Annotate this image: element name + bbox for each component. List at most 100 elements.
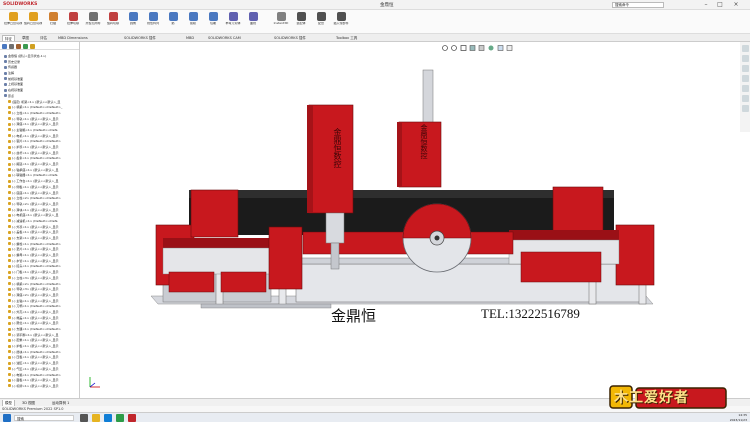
ribbon-button-4[interactable]: 异型孔向导 bbox=[84, 12, 102, 32]
part-icon bbox=[8, 105, 11, 109]
ribbon-command-icon bbox=[28, 12, 38, 21]
close-button[interactable]: × bbox=[730, 1, 742, 9]
part-icon bbox=[8, 213, 11, 217]
wechat-taskbar-icon[interactable] bbox=[116, 414, 124, 422]
tree-item-label: (-) 主轴<1> (默认<<默认>_显示 bbox=[12, 298, 59, 303]
ribbon-button-9[interactable]: 拔模 bbox=[184, 12, 202, 32]
ribbon-button-10[interactable]: 包覆 bbox=[204, 12, 222, 32]
feature-manager-icon[interactable] bbox=[2, 44, 7, 49]
ribbon-button-11[interactable]: 参考几何体 bbox=[224, 12, 242, 32]
ribbon-button-0[interactable]: 拉伸凸台/基体 bbox=[4, 12, 22, 32]
tree-item-label: (-) 限位<1> (默认<<默认>_显示 bbox=[12, 321, 59, 326]
ribbon-button-16[interactable]: 插入零部件 bbox=[332, 12, 350, 32]
part-icon bbox=[8, 350, 11, 354]
feature-icon bbox=[4, 82, 7, 86]
ribbon-button-label: 曲线 bbox=[249, 22, 256, 25]
ribbon-command-icon bbox=[188, 12, 198, 21]
start-icon[interactable] bbox=[3, 414, 11, 422]
tree-item[interactable]: (-) 标牌<1> (默认<<默认>_显示 bbox=[0, 384, 79, 390]
tree-item-label: (-) 滑座<2> (默认<<默认>_显示 bbox=[12, 292, 59, 297]
tree-item-label: (-) 滑块<1> (默认<<默认>_显示 bbox=[12, 207, 59, 212]
task-view-icon[interactable] bbox=[80, 414, 88, 422]
graphics-viewport[interactable]: 金鼎恒数控 金鼎恒数控 金鼎恒 TEL:13222516789 bbox=[81, 42, 738, 398]
tree-item-label: (-) 轴承座<1> (默认<<默认>_显 bbox=[12, 167, 59, 172]
tree-item-label: (-) 导轨<1> (默认<<默认>_显示 bbox=[12, 116, 59, 121]
command-tab[interactable]: 评估 bbox=[38, 35, 49, 41]
part-icon bbox=[8, 304, 11, 308]
ribbon-button-label: 配合 bbox=[317, 22, 324, 25]
tree-item-label: (-) 油缸<1> (默认<<默认>_显示 bbox=[12, 361, 59, 366]
file-explorer-icon[interactable] bbox=[741, 75, 749, 82]
ribbon-button-13[interactable]: Instant3D bbox=[272, 12, 290, 32]
appearances-icon[interactable] bbox=[741, 95, 749, 102]
resources-icon[interactable] bbox=[741, 55, 749, 62]
view-palette-icon[interactable] bbox=[741, 85, 749, 92]
tree-item-label: (固定) 机架<1> (默认<<默认>_显 bbox=[12, 99, 61, 104]
ribbon-button-1[interactable]: 旋转凸台/基体 bbox=[24, 12, 42, 32]
custom-properties-icon[interactable] bbox=[741, 105, 749, 112]
part-icon bbox=[8, 242, 11, 246]
ribbon-button-6[interactable]: 圆角 bbox=[124, 12, 142, 32]
solidworks-taskbar-icon[interactable] bbox=[128, 414, 136, 422]
ribbon-button-2[interactable]: 扫描 bbox=[44, 12, 62, 32]
right-red-rail bbox=[509, 230, 619, 240]
maximize-button[interactable]: □ bbox=[714, 1, 726, 9]
feature-icon bbox=[4, 94, 7, 98]
part-icon bbox=[8, 230, 11, 234]
search-commands-input[interactable]: 搜索命令 bbox=[612, 2, 664, 8]
command-tab[interactable]: SOLIDWORKS 插件 bbox=[272, 35, 308, 41]
property-manager-icon[interactable] bbox=[9, 44, 14, 49]
command-tab[interactable]: 特征 bbox=[2, 35, 15, 41]
configuration-manager-icon[interactable] bbox=[16, 44, 21, 49]
ribbon-button-12[interactable]: 曲线 bbox=[244, 12, 262, 32]
design-library-icon[interactable] bbox=[741, 65, 749, 72]
tree-item-label: (-) 螺母<1> (默认<<默认>_显示 bbox=[12, 253, 59, 258]
part-icon bbox=[8, 299, 11, 303]
ribbon-button-3[interactable]: 拉伸切除 bbox=[64, 12, 82, 32]
part-icon bbox=[8, 373, 11, 376]
saw-arbor bbox=[434, 235, 440, 241]
ribbon-button-8[interactable]: 筋 bbox=[164, 12, 182, 32]
command-tab[interactable]: Toolbox 工具 bbox=[334, 35, 359, 41]
tree-item-label: (-) 刀柄<1> (Default<<Default> bbox=[12, 304, 61, 309]
panel-toolbar bbox=[0, 42, 79, 50]
command-tab[interactable]: SOLIDWORKS 插件 bbox=[122, 35, 158, 41]
left-tray bbox=[162, 247, 272, 275]
machine-model[interactable] bbox=[81, 42, 738, 398]
left-column bbox=[268, 226, 303, 290]
command-tab[interactable]: MBD Dimensions bbox=[56, 35, 90, 41]
command-tab[interactable]: MBD bbox=[184, 35, 196, 41]
display-manager-icon[interactable] bbox=[30, 44, 35, 49]
part-icon bbox=[8, 179, 11, 183]
home-icon[interactable] bbox=[741, 45, 749, 52]
dimxpert-icon[interactable] bbox=[23, 44, 28, 49]
left-lower-panel-2 bbox=[220, 271, 267, 293]
part-icon bbox=[8, 338, 11, 342]
watermark-logo: 木工爱好者 bbox=[608, 382, 728, 412]
ribbon-button-15[interactable]: 配合 bbox=[312, 12, 330, 32]
windows-taskbar: 搜索 14:35 2023/11/23 bbox=[0, 412, 750, 422]
left-motor-box bbox=[190, 189, 239, 238]
part-icon bbox=[8, 361, 11, 365]
tree-item-label: (-) 拖链<1> (默认<<默认>_显示 bbox=[12, 162, 59, 167]
part-icon bbox=[8, 219, 11, 223]
base-rail-left bbox=[200, 303, 332, 309]
right-motor-box bbox=[552, 186, 604, 233]
part-icon bbox=[8, 117, 11, 121]
taskbar-search[interactable]: 搜索 bbox=[14, 415, 74, 421]
minimize-button[interactable]: – bbox=[700, 1, 712, 9]
ribbon-button-7[interactable]: 线性阵列 bbox=[144, 12, 162, 32]
part-icon bbox=[8, 191, 11, 194]
browser-taskbar-icon[interactable] bbox=[104, 414, 112, 422]
part-icon bbox=[8, 264, 11, 268]
ribbon-button-5[interactable]: 旋转切除 bbox=[104, 12, 122, 32]
ribbon-command-icon bbox=[128, 12, 138, 21]
rear-beam-top bbox=[189, 190, 614, 198]
feature-tree[interactable]: 金鼎恒 (默认<显示状态-1>) 历史记录 传感器 注解 前视基准面 上视基准面 右视基准面… bbox=[0, 54, 79, 394]
command-tab[interactable]: 草图 bbox=[20, 35, 31, 41]
file-explorer-taskbar-icon[interactable] bbox=[92, 414, 100, 422]
ribbon-button-label: 包覆 bbox=[209, 22, 216, 25]
command-tab[interactable]: SOLIDWORKS CAM bbox=[206, 35, 243, 41]
ribbon-button-14[interactable]: 装配体 bbox=[292, 12, 310, 32]
ribbon-button-label: 筋 bbox=[171, 22, 175, 25]
